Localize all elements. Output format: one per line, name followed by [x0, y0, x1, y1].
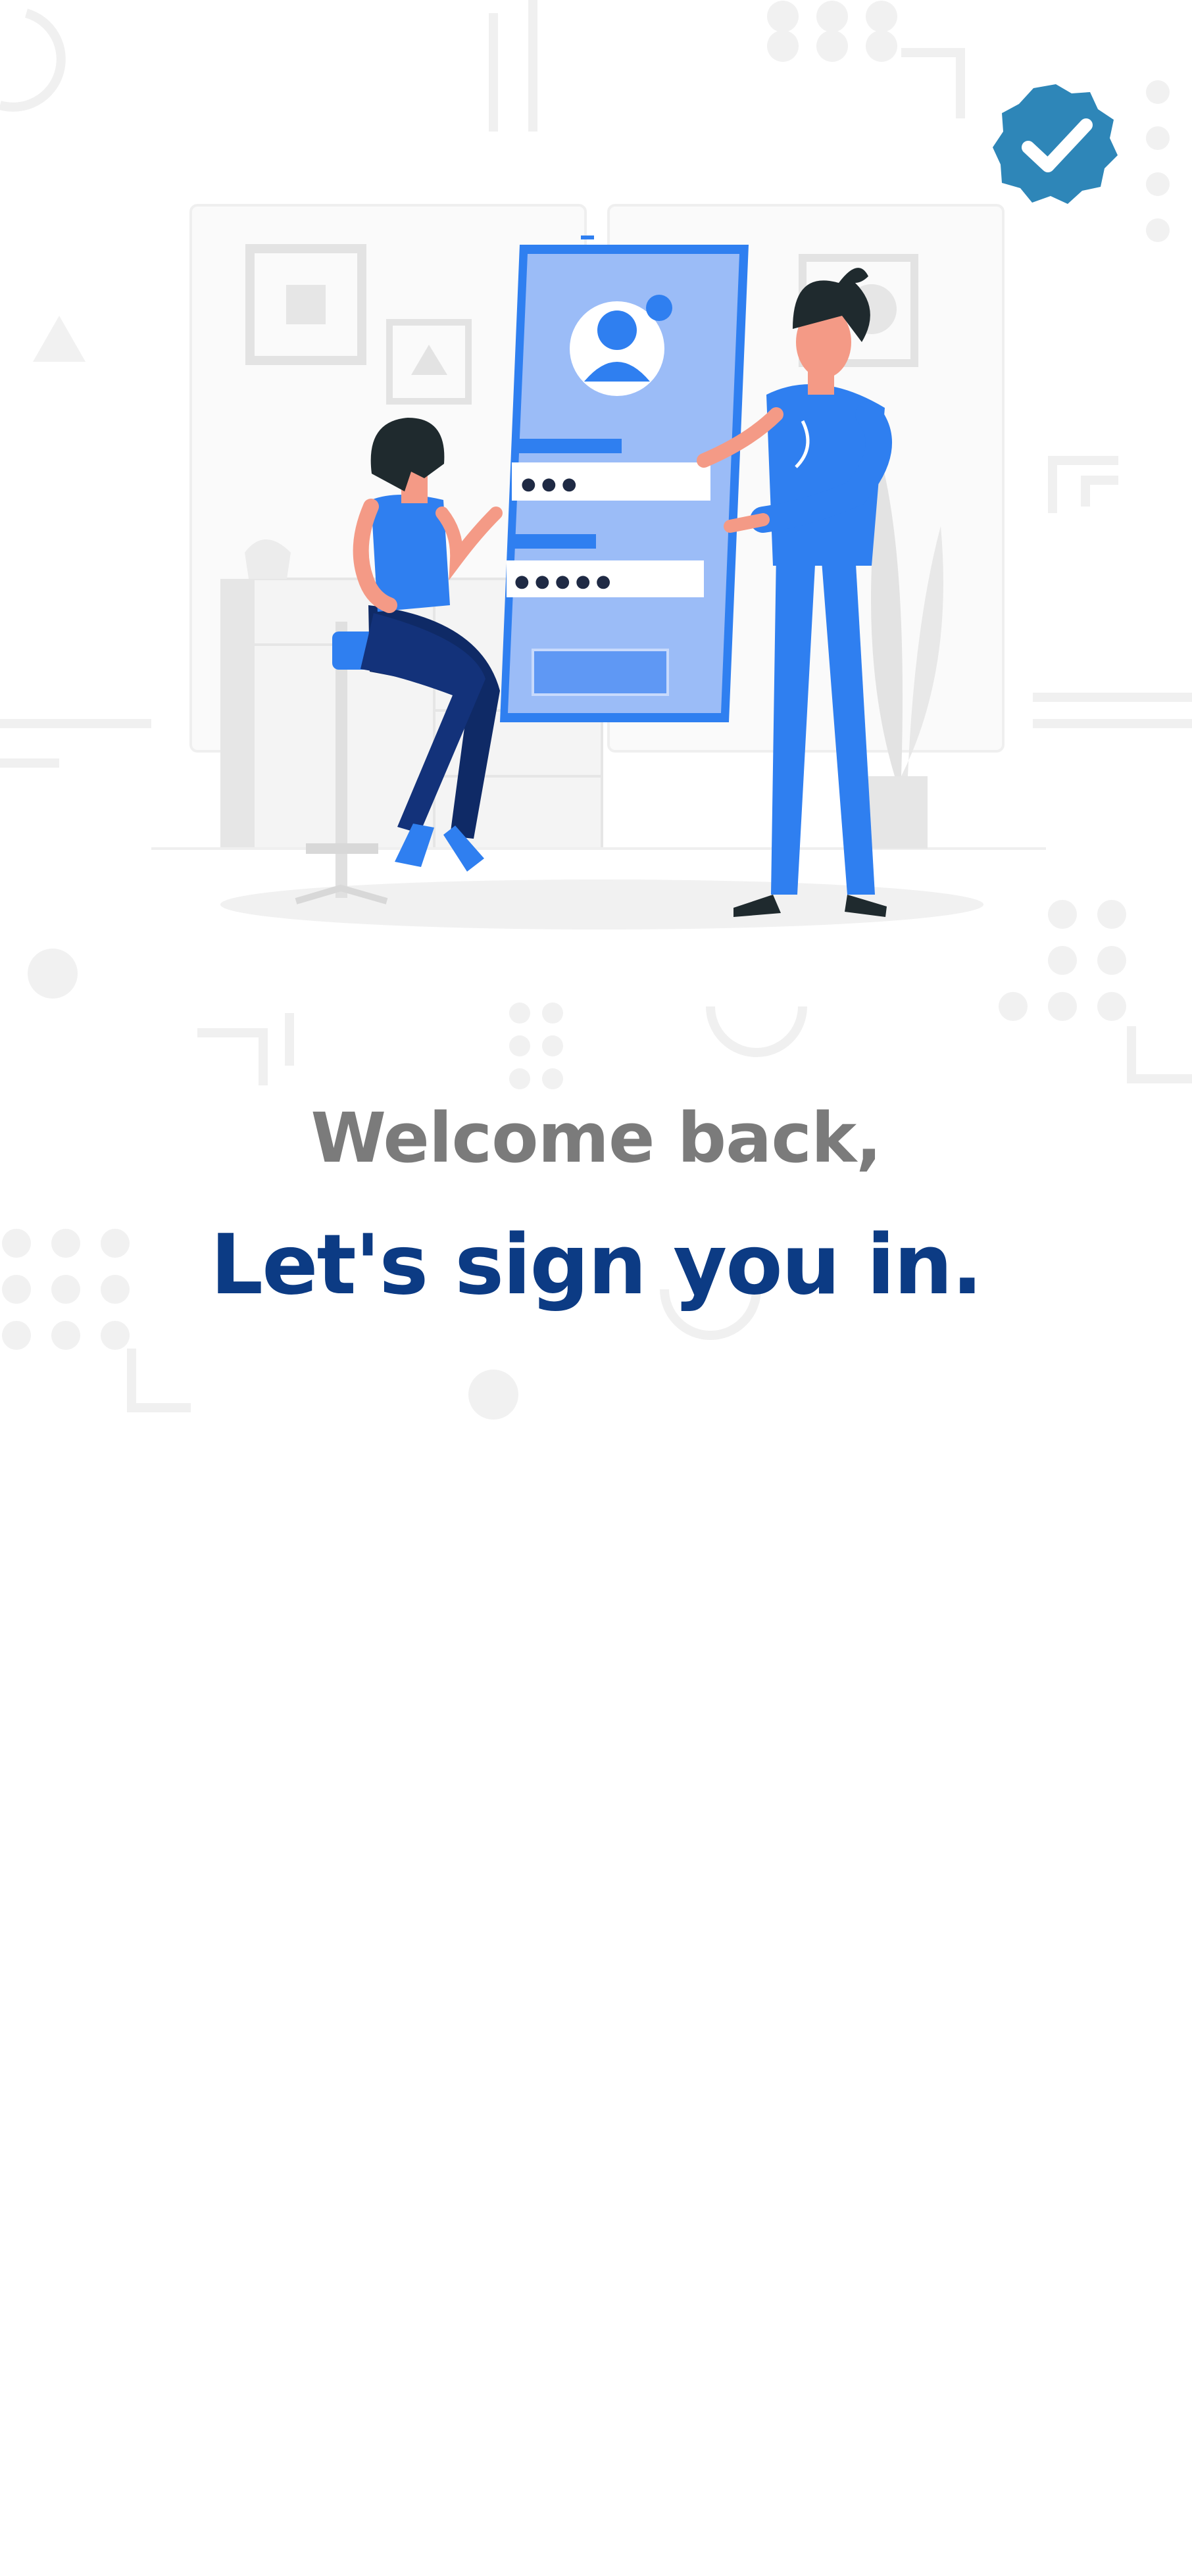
verified-check-icon: [993, 84, 1118, 204]
welcome-header: Welcome back, Let's sign you in.: [0, 1092, 1192, 1321]
welcome-text: Welcome back,: [310, 1098, 882, 1178]
password-dots-2: ● ● ● ● ●: [514, 572, 611, 591]
signin-heading: Let's sign you in.: [210, 1216, 983, 1313]
login-illustration: ● ● ● ● ● ● ● ●: [151, 204, 1046, 929]
password-dots-1: ● ● ●: [521, 474, 577, 494]
